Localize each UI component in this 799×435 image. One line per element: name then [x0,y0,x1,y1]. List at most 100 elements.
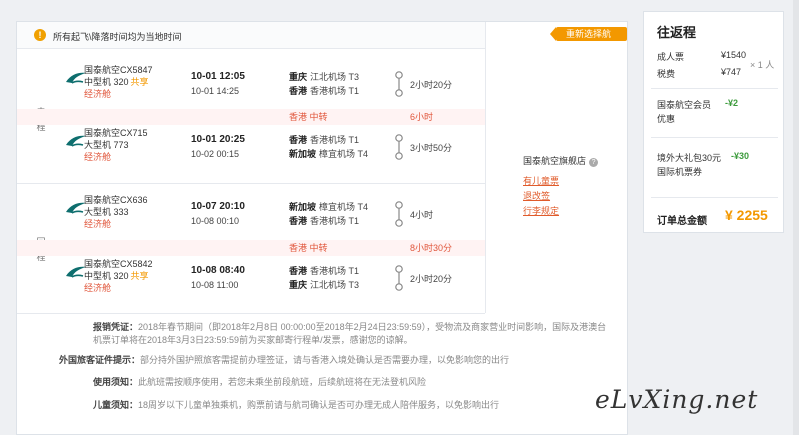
member-discount-label: 国泰航空会员优惠 [657,100,712,124]
notice-text: 所有起飞\降落时间均为当地时间 [53,32,182,42]
arr-time: 10-08 00:10 [191,216,240,226]
transfer-duration: 6小时 [410,112,434,122]
panel-divider [651,137,778,138]
store-label: 国泰航空旗舰店 [523,156,587,166]
child-ticket-link[interactable]: 有儿童票 [523,174,598,189]
flight-row: 国泰航空CX715 大型机 773 经济舱 10-01 20:25 10-02 … [17,125,485,185]
airline-info: 国泰航空CX5842 中型机 320 共享 经济舱 [84,258,153,294]
aircraft-type: 中型机 320 [84,77,129,87]
aircraft-type: 大型机 773 [84,140,129,150]
aircraft-type: 中型机 320 [84,271,129,281]
panel-divider [651,88,778,89]
panel-divider [651,197,778,198]
airports: 香港 香港机场 T1 新加坡 樟宜机场 T4 [289,133,368,161]
transfer-duration: 8小时30分 [410,243,453,253]
duration-icon [395,265,403,291]
baggage-rules-link[interactable]: 行李规定 [523,204,598,219]
arr-airport: 樟宜机场 T4 [319,149,369,159]
airline-info: 国泰航空CX636 大型机 333 经济舱 [84,194,148,230]
duration-icon [395,134,403,160]
flight-row: 国泰航空CX5842 中型机 320 共享 经济舱 10-08 08:40 10-… [17,256,485,316]
policy-text: 部分持外国护照旅客需提前办理签证，请与香港入境处确认是否需要办理，以免影响您的出… [140,355,510,365]
gift-coupon-value: -¥30 [731,151,750,161]
price-summary-panel: 往返程 成人票 ¥1540 × 1 人 税费 ¥747 国泰航空会员优惠 -¥2… [643,11,784,233]
cabin-class: 经济舱 [84,89,112,99]
arr-airport: 江北机场 T3 [310,280,360,290]
transfer-row: 香港 中转 6小时 [17,109,485,125]
vertical-divider [485,22,486,313]
total-amount: ¥ 2255 [725,207,768,223]
airline-info: 国泰航空CX5847 中型机 320 共享 经济舱 [84,64,153,100]
adult-ticket-label: 成人票 [657,52,685,62]
duration-icon [395,71,403,97]
dep-airport: 江北机场 T3 [310,72,360,82]
policy-usage: 使用须知：此航班需按顺序使用，若您未乘坐前段航班，后续航班将在无法登机风险 [93,376,613,389]
gift-coupon-label: 境外大礼包30元国际机票券 [657,153,722,177]
dep-time: 10-01 20:25 [191,134,245,145]
cabin-class: 经济舱 [84,219,112,229]
times: 10-07 20:10 10-08 00:10 [191,200,245,228]
arr-city: 香港 [289,216,308,226]
flight-duration: 4小时 [410,210,434,220]
reselect-flight-button[interactable]: 重新选择航班 [550,27,627,53]
policy-foreign: 外国旅客证件提示：部分持外国护照旅客需提前办理签证，请与香港入境处确认是否需要办… [59,354,619,367]
dep-time: 10-01 12:05 [191,71,245,82]
transfer-city: 香港 中转 [289,112,328,122]
airports: 香港 香港机场 T1 重庆 江北机场 T3 [289,264,359,292]
policy-text: 此航班需按顺序使用，若您未乘坐前段航班，后续航班将在无法登机风险 [138,377,427,387]
airline-flight-no: 国泰航空CX715 [84,128,148,138]
arr-city: 新加坡 [289,149,317,159]
dep-time: 10-08 08:40 [191,265,245,276]
time-notice: ! 所有起飞\降落时间均为当地时间 [17,22,485,49]
cabin-class: 经济舱 [84,152,112,162]
dep-airport: 香港机场 T1 [310,135,360,145]
policy-children: 儿童须知：18周岁以下儿童单独乘机，购票前请与航司确认是否可办理无成人陪伴服务，… [93,399,613,412]
scrollbar[interactable] [793,0,799,435]
trip-type-title: 往返程 [657,25,697,40]
watermark: eLvXing.net [595,385,759,414]
dep-airport: 香港机场 T1 [310,266,360,276]
airline-flight-no: 国泰航空CX636 [84,195,148,205]
dep-time: 10-07 20:10 [191,201,245,212]
flight-duration: 2小时20分 [410,80,453,90]
flagship-store-link[interactable]: 国泰航空旗舰店? [523,154,599,169]
arr-city: 香港 [289,86,308,96]
airline-flight-no: 国泰航空CX5842 [84,259,153,269]
times: 10-01 20:25 10-02 00:15 [191,133,245,161]
tax-label: 税费 [657,69,676,79]
airline-flight-no: 国泰航空CX5847 [84,65,153,75]
cabin-class: 经济舱 [84,283,112,293]
member-discount-value: -¥2 [725,98,739,108]
policy-title: 外国旅客证件提示： [59,355,141,365]
passenger-count: × 1 人 [750,60,775,70]
aircraft-type: 大型机 333 [84,207,129,217]
arr-time: 10-02 00:15 [191,149,240,159]
side-links: 国泰航空旗舰店? 有儿童票 退改签 行李规定 [523,154,599,219]
total-label: 订单总金额 [657,216,707,227]
dep-city: 重庆 [289,72,308,82]
airports: 重庆 江北机场 T3 香港 香港机场 T1 [289,70,359,98]
section-divider [17,313,485,314]
adult-ticket-price: ¥1540 [721,50,747,60]
arr-time: 10-01 14:25 [191,86,240,96]
dep-city: 香港 [289,266,308,276]
arr-airport: 香港机场 T1 [310,86,360,96]
policy-text: 18周岁以下儿童单独乘机，购票前请与航司确认是否可办理无成人陪伴服务，以免影响出… [138,400,500,410]
dep-city: 新加坡 [289,202,317,212]
airline-info: 国泰航空CX715 大型机 773 经济舱 [84,127,148,163]
duration-icon [395,201,403,227]
codeshare-badge[interactable]: 共享 [131,77,149,87]
refund-change-link[interactable]: 退改签 [523,189,598,204]
policy-title: 使用须知： [93,377,139,387]
section-divider [17,183,485,184]
arr-city: 重庆 [289,280,308,290]
help-icon[interactable]: ? [589,158,599,167]
flight-duration: 3小时50分 [410,143,453,153]
times: 10-08 08:40 10-08 11:00 [191,264,245,292]
dep-airport: 樟宜机场 T4 [319,202,369,212]
policy-receipt: 报销凭证：2018年春节期间（即2018年2月8日 00:00:00至2018年… [93,321,613,347]
codeshare-badge[interactable]: 共享 [131,271,149,281]
flight-detail-card: ! 所有起飞\降落时间均为当地时间 重新选择航班 去程 国泰航空CX5847 中… [16,21,628,435]
flight-duration: 2小时20分 [410,274,453,284]
transfer-row: 香港 中转 8小时30分 [17,240,485,256]
